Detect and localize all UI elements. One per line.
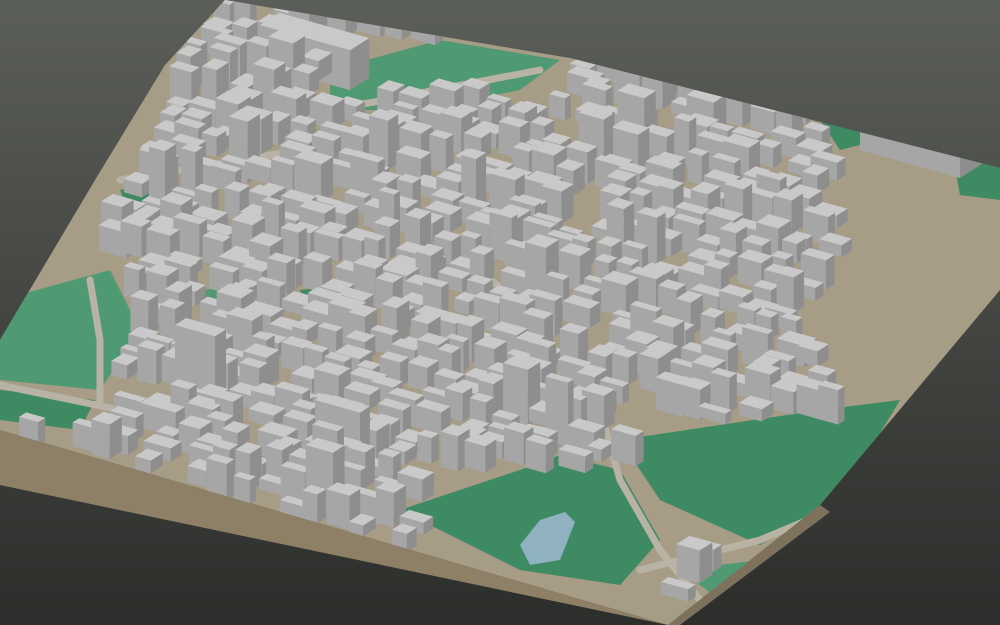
building	[417, 429, 439, 465]
city-model-scene[interactable]	[0, 0, 1000, 625]
building	[612, 347, 638, 385]
building	[611, 423, 644, 467]
building	[91, 411, 122, 459]
building	[756, 138, 782, 168]
building	[676, 535, 713, 584]
3d-viewport[interactable]	[0, 0, 1000, 625]
building	[818, 380, 845, 425]
building	[549, 90, 571, 121]
building	[408, 355, 439, 392]
building	[302, 484, 326, 524]
building	[525, 434, 554, 474]
building	[464, 433, 497, 473]
building	[137, 339, 166, 386]
